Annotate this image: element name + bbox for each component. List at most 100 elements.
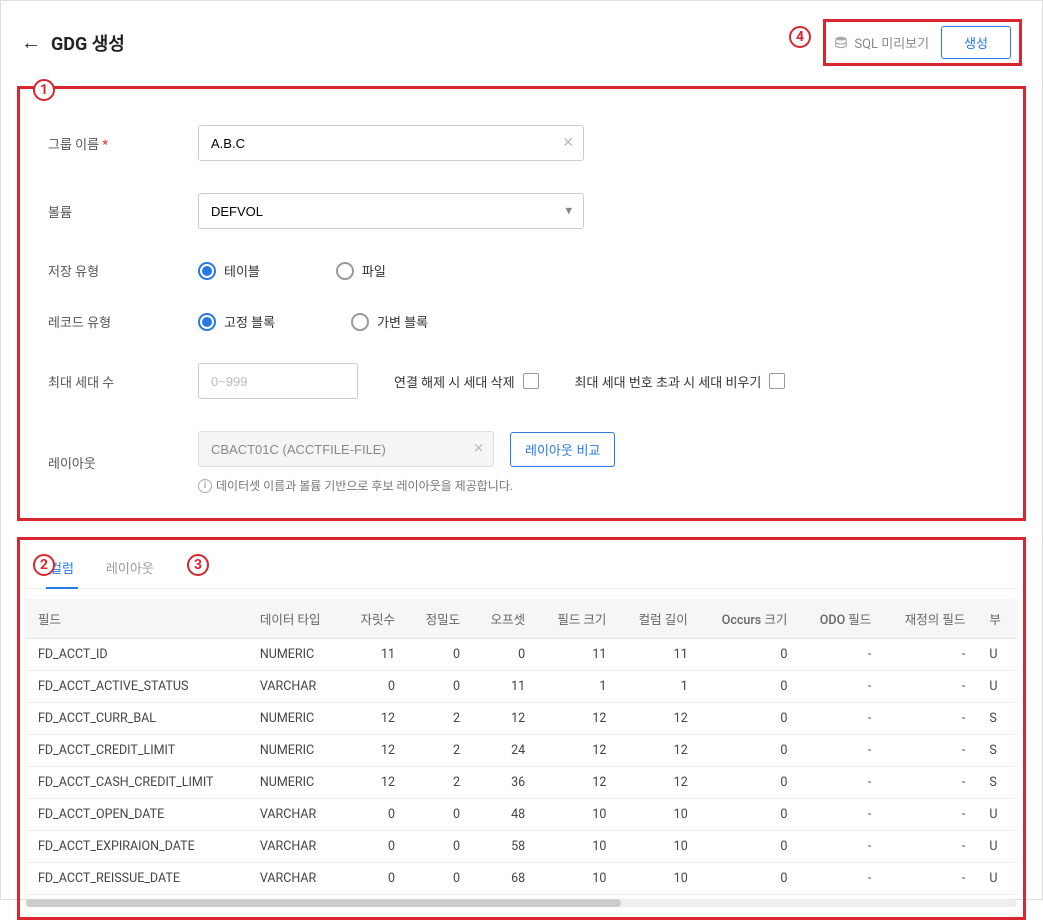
- cell-clen: 11: [618, 639, 699, 671]
- cell-digits: 0: [342, 799, 407, 831]
- clear-icon[interactable]: ✕: [473, 442, 484, 457]
- cell-redef: -: [883, 767, 977, 799]
- cell-type: NUMERIC: [248, 639, 342, 671]
- volume-select[interactable]: DEFVOL: [198, 193, 584, 229]
- storage-type-file-radio[interactable]: 파일: [336, 261, 386, 280]
- columns-table: 필드 데이터 타입 자릿수 정밀도 오프셋 필드 크기 컬럼 길이 Occurs…: [26, 599, 1017, 895]
- col-extra[interactable]: 부: [977, 599, 1017, 639]
- table-row[interactable]: FD_ACCT_ACTIVE_STATUSVARCHAR0011110--U: [26, 671, 1017, 703]
- cell-off: 12: [472, 703, 537, 735]
- col-redef-field[interactable]: 재정의 필드: [883, 599, 977, 639]
- cell-field: FD_ACCT_CURR_BAL: [26, 703, 248, 735]
- col-field-size[interactable]: 필드 크기: [537, 599, 618, 639]
- cell-clen: 12: [618, 735, 699, 767]
- cell-field: FD_ACCT_ACTIVE_STATUS: [26, 671, 248, 703]
- cell-occ: 0: [700, 799, 800, 831]
- cell-prec: 0: [407, 671, 472, 703]
- col-offset[interactable]: 오프셋: [472, 599, 537, 639]
- col-occurs-size[interactable]: Occurs 크기: [700, 599, 800, 639]
- group-name-label: 그룹 이름 *: [48, 134, 198, 153]
- cell-odo: -: [799, 735, 883, 767]
- record-type-var-radio[interactable]: 가변 블록: [351, 312, 428, 331]
- annotation-4: 4: [789, 26, 811, 48]
- cell-clen: 10: [618, 863, 699, 895]
- cell-fsize: 12: [537, 703, 618, 735]
- cell-occ: 0: [700, 639, 800, 671]
- col-digits[interactable]: 자릿수: [342, 599, 407, 639]
- layout-input[interactable]: [198, 431, 494, 467]
- cell-fsize: 10: [537, 863, 618, 895]
- radio-icon: [336, 262, 354, 280]
- cell-clen: 10: [618, 799, 699, 831]
- cell-fsize: 1: [537, 671, 618, 703]
- col-precision[interactable]: 정밀도: [407, 599, 472, 639]
- table-row[interactable]: FD_ACCT_CREDIT_LIMITNUMERIC1222412120--S: [26, 735, 1017, 767]
- cell-extra: S: [977, 703, 1017, 735]
- sql-preview-label: SQL 미리보기: [854, 33, 929, 52]
- scrollbar-thumb[interactable]: [26, 899, 621, 907]
- cell-occ: 0: [700, 831, 800, 863]
- storage-type-file-label: 파일: [362, 261, 386, 280]
- cell-field: FD_ACCT_CASH_CREDIT_LIMIT: [26, 767, 248, 799]
- record-type-fixed-label: 고정 블록: [224, 312, 275, 331]
- max-gen-label: 최대 세대 수: [48, 372, 198, 391]
- cell-prec: 2: [407, 735, 472, 767]
- cell-prec: 0: [407, 799, 472, 831]
- clear-icon[interactable]: ✕: [562, 135, 574, 151]
- back-arrow-icon[interactable]: ←: [21, 30, 41, 55]
- annotation-3: 3: [187, 554, 209, 576]
- col-odo-field[interactable]: ODO 필드: [799, 599, 883, 639]
- table-row[interactable]: FD_ACCT_EXPIRAION_DATEVARCHAR005810100--…: [26, 831, 1017, 863]
- cell-fsize: 12: [537, 767, 618, 799]
- cell-field: FD_ACCT_EXPIRAION_DATE: [26, 831, 248, 863]
- cell-odo: -: [799, 671, 883, 703]
- record-type-fixed-radio[interactable]: 고정 블록: [198, 312, 275, 331]
- table-row[interactable]: FD_ACCT_IDNUMERIC110011110--U: [26, 639, 1017, 671]
- cell-extra: S: [977, 735, 1017, 767]
- cell-prec: 0: [407, 831, 472, 863]
- cell-clen: 12: [618, 703, 699, 735]
- cell-digits: 0: [342, 863, 407, 895]
- cell-occ: 0: [700, 767, 800, 799]
- cell-prec: 2: [407, 703, 472, 735]
- clear-on-overflow-checkbox[interactable]: 최대 세대 번호 초과 시 세대 비우기: [575, 372, 786, 391]
- annotation-1: 1: [33, 79, 55, 101]
- group-name-input[interactable]: [198, 125, 584, 161]
- cell-redef: -: [883, 831, 977, 863]
- max-gen-input[interactable]: [198, 363, 358, 399]
- cell-odo: -: [799, 703, 883, 735]
- delete-on-disconnect-checkbox[interactable]: 연결 해제 시 세대 삭제: [394, 372, 539, 391]
- horizontal-scrollbar[interactable]: [26, 899, 1017, 907]
- table-row[interactable]: FD_ACCT_REISSUE_DATEVARCHAR006810100--U: [26, 863, 1017, 895]
- cell-field: FD_ACCT_OPEN_DATE: [26, 799, 248, 831]
- cell-extra: U: [977, 671, 1017, 703]
- sql-preview-button[interactable]: SQL 미리보기: [834, 33, 929, 52]
- cell-type: NUMERIC: [248, 703, 342, 735]
- cell-odo: -: [799, 767, 883, 799]
- create-button[interactable]: 생성: [941, 26, 1011, 59]
- cell-redef: -: [883, 863, 977, 895]
- page-title: GDG 생성: [51, 30, 125, 56]
- cell-redef: -: [883, 735, 977, 767]
- cell-type: NUMERIC: [248, 767, 342, 799]
- cell-prec: 0: [407, 863, 472, 895]
- radio-icon: [351, 313, 369, 331]
- cell-odo: -: [799, 831, 883, 863]
- tab-layout[interactable]: 레이아웃: [102, 550, 158, 588]
- table-row[interactable]: FD_ACCT_CURR_BALNUMERIC1221212120--S: [26, 703, 1017, 735]
- cell-clen: 10: [618, 831, 699, 863]
- col-column-len[interactable]: 컬럼 길이: [618, 599, 699, 639]
- storage-type-table-label: 테이블: [224, 261, 260, 280]
- compare-layout-button[interactable]: 레이아웃 비교: [510, 432, 615, 467]
- cell-extra: U: [977, 639, 1017, 671]
- layout-label: 레이아웃: [48, 453, 198, 472]
- cell-digits: 12: [342, 767, 407, 799]
- table-row[interactable]: FD_ACCT_CASH_CREDIT_LIMITNUMERIC12236121…: [26, 767, 1017, 799]
- cell-redef: -: [883, 799, 977, 831]
- table-header-row: 필드 데이터 타입 자릿수 정밀도 오프셋 필드 크기 컬럼 길이 Occurs…: [26, 599, 1017, 639]
- col-field[interactable]: 필드: [26, 599, 248, 639]
- cell-field: FD_ACCT_REISSUE_DATE: [26, 863, 248, 895]
- table-row[interactable]: FD_ACCT_OPEN_DATEVARCHAR004810100--U: [26, 799, 1017, 831]
- storage-type-table-radio[interactable]: 테이블: [198, 261, 260, 280]
- col-data-type[interactable]: 데이터 타입: [248, 599, 342, 639]
